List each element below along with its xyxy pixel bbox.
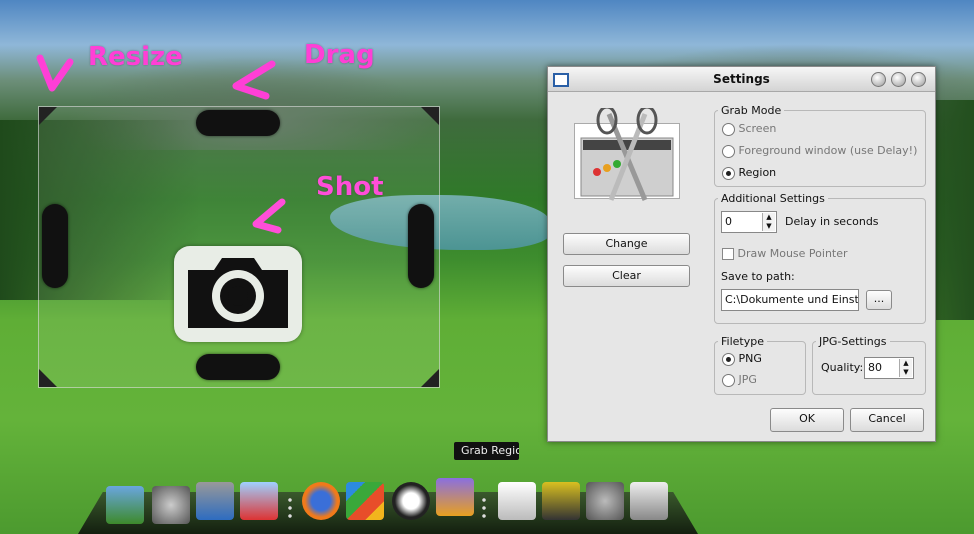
radio-region[interactable]: Region [722,166,776,180]
draw-mouse-label: Draw Mouse Pointer [737,247,848,260]
draw-mouse-pointer-checkbox[interactable]: Draw Mouse Pointer [722,247,848,260]
filetype-group [714,341,806,395]
drag-handle-right[interactable] [408,204,434,288]
radio-screen-circle[interactable] [722,122,735,136]
dock-separator [480,496,488,522]
delay-label: Delay in seconds [785,215,879,228]
quality-label: Quality: [821,361,864,374]
radio-png[interactable]: PNG [722,352,762,366]
delay-spinner[interactable]: 0 ▲ ▼ [721,211,777,233]
close-button[interactable] [911,72,926,87]
additional-settings-label: Additional Settings [718,192,828,205]
drag-annotation: Drag [304,40,375,70]
quality-value: 80 [868,361,882,374]
grab-preview-image [574,108,680,201]
resize-handle-bottom-right[interactable] [421,369,439,387]
resize-handle-top-left[interactable] [39,107,57,125]
recycle-bin-icon[interactable] [630,482,668,520]
archive-icon[interactable] [196,482,234,520]
cancel-button[interactable]: Cancel [850,408,924,432]
drag-handle-left[interactable] [42,204,68,288]
quality-spin-arrows-icon[interactable]: ▲ ▼ [899,359,912,377]
dock-separator [286,496,294,522]
drag-handle-bottom[interactable] [196,354,280,380]
grab-mode-label: Grab Mode [718,104,785,117]
minimize-button[interactable] [871,72,886,87]
nasa-astronaut-icon[interactable] [392,482,430,520]
browse-button[interactable]: ... [866,290,892,310]
trash-bin-icon[interactable] [542,482,580,520]
resize-arrow-icon [36,54,74,92]
settings-window: Settings Change Clear Grab Mode Screen F… [547,66,936,442]
radio-screen-label: Screen [738,122,777,135]
camera-icon [188,258,288,328]
resize-annotation: Resize [88,42,183,72]
ok-button[interactable]: OK [770,408,844,432]
radio-region-circle[interactable] [722,166,735,180]
zip-app-icon[interactable] [346,482,384,520]
scissors-icon [580,108,674,201]
grab-scissors-icon[interactable] [498,482,536,520]
radio-png-label: PNG [738,352,762,365]
draw-mouse-checkbox-box[interactable] [722,248,734,260]
nike-folder-icon[interactable] [240,482,278,520]
radio-jpg[interactable]: JPG [722,373,757,387]
dock-tooltip: Grab Region [454,442,519,460]
drag-arrow-icon [232,60,276,100]
system-preferences-icon[interactable] [586,482,624,520]
radio-png-circle[interactable] [722,352,735,366]
radio-foreground-label: Foreground window (use Delay!) [738,144,918,157]
radio-jpg-label: JPG [738,373,757,386]
radio-screen[interactable]: Screen [722,122,776,136]
drag-handle-top[interactable] [196,110,280,136]
shot-button[interactable] [174,246,302,342]
settings-titlebar[interactable]: Settings [548,67,935,92]
jpg-settings-label: JPG-Settings [816,335,890,348]
resize-handle-bottom-left[interactable] [39,369,57,387]
delay-spin-arrows-icon[interactable]: ▲ ▼ [762,213,775,231]
clear-button[interactable]: Clear [563,265,690,287]
save-path-value: C:\Dokumente und Einstellu [725,293,859,306]
landscape-photo-icon[interactable] [106,486,144,524]
radio-jpg-circle[interactable] [722,373,735,387]
filetype-label: Filetype [718,335,767,348]
change-button[interactable]: Change [563,233,690,255]
radio-foreground-window[interactable]: Foreground window (use Delay!) [722,144,917,158]
radio-foreground-circle[interactable] [722,144,735,158]
disk-utility-icon[interactable] [152,486,190,524]
save-path-input[interactable]: C:\Dokumente und Einstellu [721,289,859,311]
toolbox-icon[interactable] [436,478,474,516]
maximize-button[interactable] [891,72,906,87]
quality-spinner[interactable]: 80 ▲ ▼ [864,357,914,379]
resize-handle-top-right[interactable] [421,107,439,125]
delay-value: 0 [725,215,732,228]
save-path-label: Save to path: [721,270,795,283]
radio-region-label: Region [738,166,777,179]
firefox-icon[interactable] [302,482,340,520]
